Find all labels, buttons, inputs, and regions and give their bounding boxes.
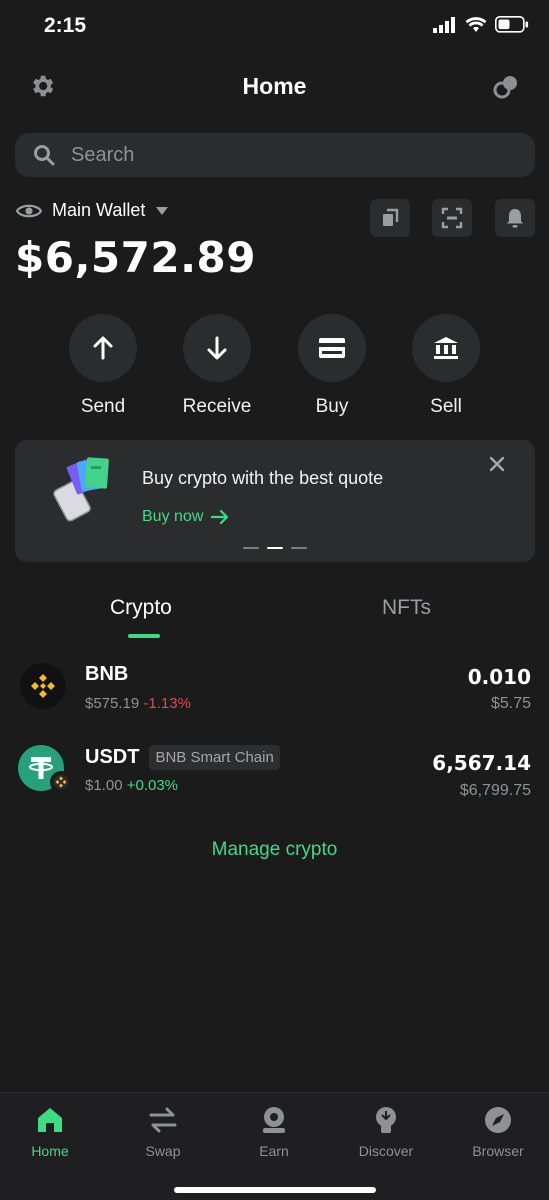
receive-button[interactable]	[183, 314, 251, 382]
asset-symbol: USDT	[85, 746, 140, 768]
asset-row-bnb[interactable]: BNB $575.19 -1.13% 0.010 $5.75	[0, 655, 549, 719]
scan-icon	[441, 207, 463, 229]
asset-amount: 0.010	[467, 665, 531, 689]
carousel-dot	[291, 547, 307, 549]
arrow-down-icon	[207, 336, 227, 360]
nav-discover-label[interactable]: Discover	[359, 1143, 413, 1159]
banner-title: Buy crypto with the best quote	[142, 468, 384, 488]
promo-banner[interactable]: Buy crypto with the best quote Buy now	[15, 440, 535, 562]
home-icon	[38, 1108, 62, 1132]
bell-icon	[507, 209, 523, 228]
search-input[interactable]	[71, 143, 491, 167]
asset-price-row: $1.00 +0.03%	[85, 777, 178, 794]
wallet-connect-icon[interactable]	[493, 74, 519, 105]
send-label: Send	[80, 396, 126, 417]
send-action[interactable]: Send	[43, 314, 163, 418]
buy-button[interactable]	[298, 314, 366, 382]
card-icon	[319, 338, 345, 358]
active-tab-indicator	[128, 634, 160, 638]
nav-swap-label[interactable]: Swap	[145, 1143, 180, 1159]
asset-price: $575.19	[85, 695, 140, 712]
asset-change: -1.13%	[143, 695, 191, 712]
sell-button[interactable]	[412, 314, 480, 382]
receive-action[interactable]: Receive	[157, 314, 277, 418]
asset-price: $1.00	[85, 777, 123, 794]
nav-swap[interactable]: Swap	[108, 1105, 218, 1159]
wallet-name[interactable]: Main Wallet	[52, 200, 145, 221]
wallet-balance: $6,572.89	[15, 233, 256, 282]
bank-icon	[434, 337, 458, 359]
nav-browser-label[interactable]: Browser	[472, 1143, 523, 1159]
status-time: 2:15	[44, 14, 87, 37]
tab-crypto[interactable]: Crypto	[110, 596, 172, 620]
carousel-indicator	[243, 547, 307, 549]
asset-value: $5.75	[490, 695, 531, 712]
wifi-icon	[465, 16, 487, 32]
search-icon	[34, 145, 55, 166]
send-button[interactable]	[69, 314, 137, 382]
asset-amount: 6,567.14	[432, 751, 531, 775]
phone-cards-illustration	[53, 457, 109, 522]
page-title: Home	[242, 73, 307, 99]
close-icon[interactable]	[489, 455, 505, 478]
buy-label: Buy	[315, 396, 349, 417]
wallet-selector[interactable]: Main Wallet	[16, 200, 169, 221]
chain-badge: BNB Smart Chain	[149, 745, 280, 770]
asset-value: $6,799.75	[459, 782, 531, 799]
scan-button[interactable]	[432, 199, 472, 237]
caret-down-icon[interactable]	[155, 206, 169, 216]
bnb-coin-icon	[20, 663, 66, 709]
sell-label: Sell	[430, 396, 462, 417]
asset-symbol: BNB	[85, 663, 129, 685]
carousel-dot	[243, 547, 259, 549]
sell-action[interactable]: Sell	[386, 314, 506, 418]
nav-earn-label[interactable]: Earn	[259, 1143, 289, 1159]
home-indicator	[174, 1187, 376, 1193]
discover-bulb-icon	[376, 1107, 396, 1133]
buy-action[interactable]: Buy	[272, 314, 392, 418]
arrow-up-icon	[93, 336, 113, 360]
receive-label: Receive	[182, 396, 252, 417]
bottom-navigation: Home Swap Earn Discover Browser	[0, 1092, 549, 1200]
nav-discover[interactable]: Discover	[331, 1105, 441, 1159]
signal-icon	[433, 16, 455, 33]
nav-earn[interactable]: Earn	[219, 1105, 329, 1159]
buy-now-label[interactable]: Buy now	[142, 508, 203, 526]
asset-title-row: USDT BNB Smart Chain	[85, 745, 280, 770]
eye-icon[interactable]	[16, 202, 42, 220]
carousel-dot-active	[267, 547, 283, 549]
copy-icon	[383, 208, 399, 226]
battery-icon	[495, 16, 529, 33]
tab-nfts[interactable]: NFTs	[382, 596, 431, 620]
copy-address-button[interactable]	[370, 199, 410, 237]
status-icons	[433, 16, 529, 33]
buy-now-link[interactable]: Buy now	[142, 508, 229, 526]
asset-row-usdt[interactable]: USDT BNB Smart Chain $1.00 +0.03% 6,567.…	[0, 737, 549, 805]
swap-icon	[149, 1107, 177, 1133]
earn-icon	[263, 1107, 285, 1133]
arrow-right-icon[interactable]	[211, 510, 229, 524]
nav-browser[interactable]: Browser	[443, 1105, 549, 1159]
nav-home[interactable]: Home	[0, 1105, 105, 1159]
asset-price-row: $575.19 -1.13%	[85, 695, 191, 712]
asset-change: +0.03%	[126, 777, 179, 794]
nav-home-label[interactable]: Home	[31, 1143, 68, 1159]
search-bar[interactable]	[15, 133, 535, 177]
compass-icon	[485, 1107, 511, 1133]
notifications-button[interactable]	[495, 199, 535, 237]
manage-crypto-link[interactable]: Manage crypto	[0, 839, 549, 861]
bnb-chain-badge-icon	[50, 771, 72, 793]
